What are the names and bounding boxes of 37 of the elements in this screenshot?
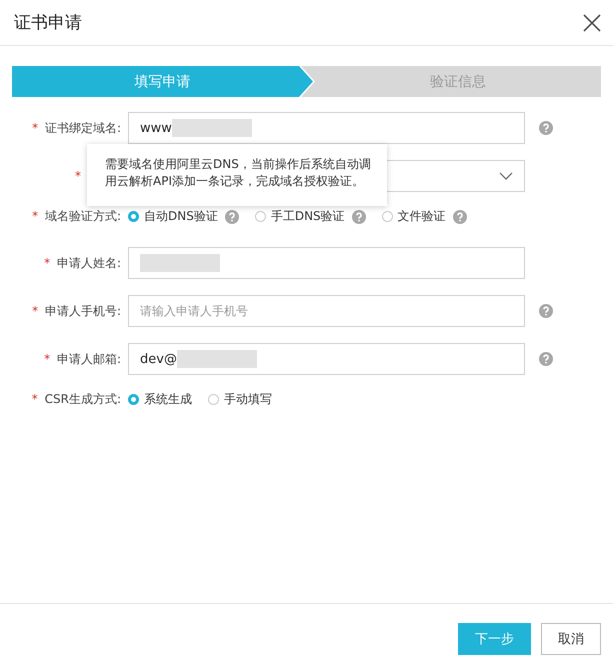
input-field[interactable] — [128, 247, 525, 279]
help-icon[interactable] — [539, 121, 553, 135]
input-field[interactable]: www — [128, 112, 525, 144]
help-icon[interactable] — [539, 352, 553, 366]
tooltip: 需要域名使用阿里云DNS，当前操作后系统自动调用云解析API添加一条记录，完成域名授权验证。 — [87, 144, 387, 206]
help-icon[interactable] — [452, 210, 467, 224]
required-mark: * — [75, 169, 81, 183]
chevron-icon — [499, 172, 513, 180]
field-label: 域名验证方式: — [44, 209, 121, 223]
field-label: 申请人邮箱: — [56, 352, 121, 366]
required-mark: * — [44, 352, 50, 366]
field-label: 申请人姓名: — [56, 256, 121, 270]
required-mark: * — [44, 256, 50, 270]
required-mark: * — [32, 304, 38, 318]
field-label: 申请人手机号: — [44, 304, 121, 318]
dialog-title: 证书申请 — [14, 12, 82, 34]
radio-button[interactable] — [208, 394, 219, 405]
required-mark: * — [32, 392, 38, 406]
field-label: CSR生成方式: — [44, 392, 121, 406]
option-label: 文件验证 — [398, 208, 446, 225]
close-icon[interactable] — [583, 14, 601, 32]
radio-button[interactable] — [128, 211, 139, 222]
required-mark: * — [32, 120, 38, 134]
option-label: 自动DNS验证 — [144, 208, 218, 225]
radio-button[interactable] — [128, 394, 139, 405]
radio-button[interactable] — [254, 211, 266, 222]
option-label: 手工DNS验证 — [270, 208, 345, 225]
help-icon[interactable] — [352, 210, 366, 224]
help-icon[interactable] — [539, 304, 553, 318]
help-icon[interactable] — [224, 210, 239, 224]
cancel-button[interactable]: 取消 — [541, 623, 601, 655]
radio-button[interactable] — [382, 211, 393, 222]
option-label: 系统生成 — [144, 391, 192, 408]
field-label: 证书绑定域名: — [44, 120, 121, 134]
required-mark: * — [32, 209, 38, 223]
input-field[interactable]: dev@ — [128, 343, 525, 375]
option-label: 手动填写 — [224, 391, 272, 408]
